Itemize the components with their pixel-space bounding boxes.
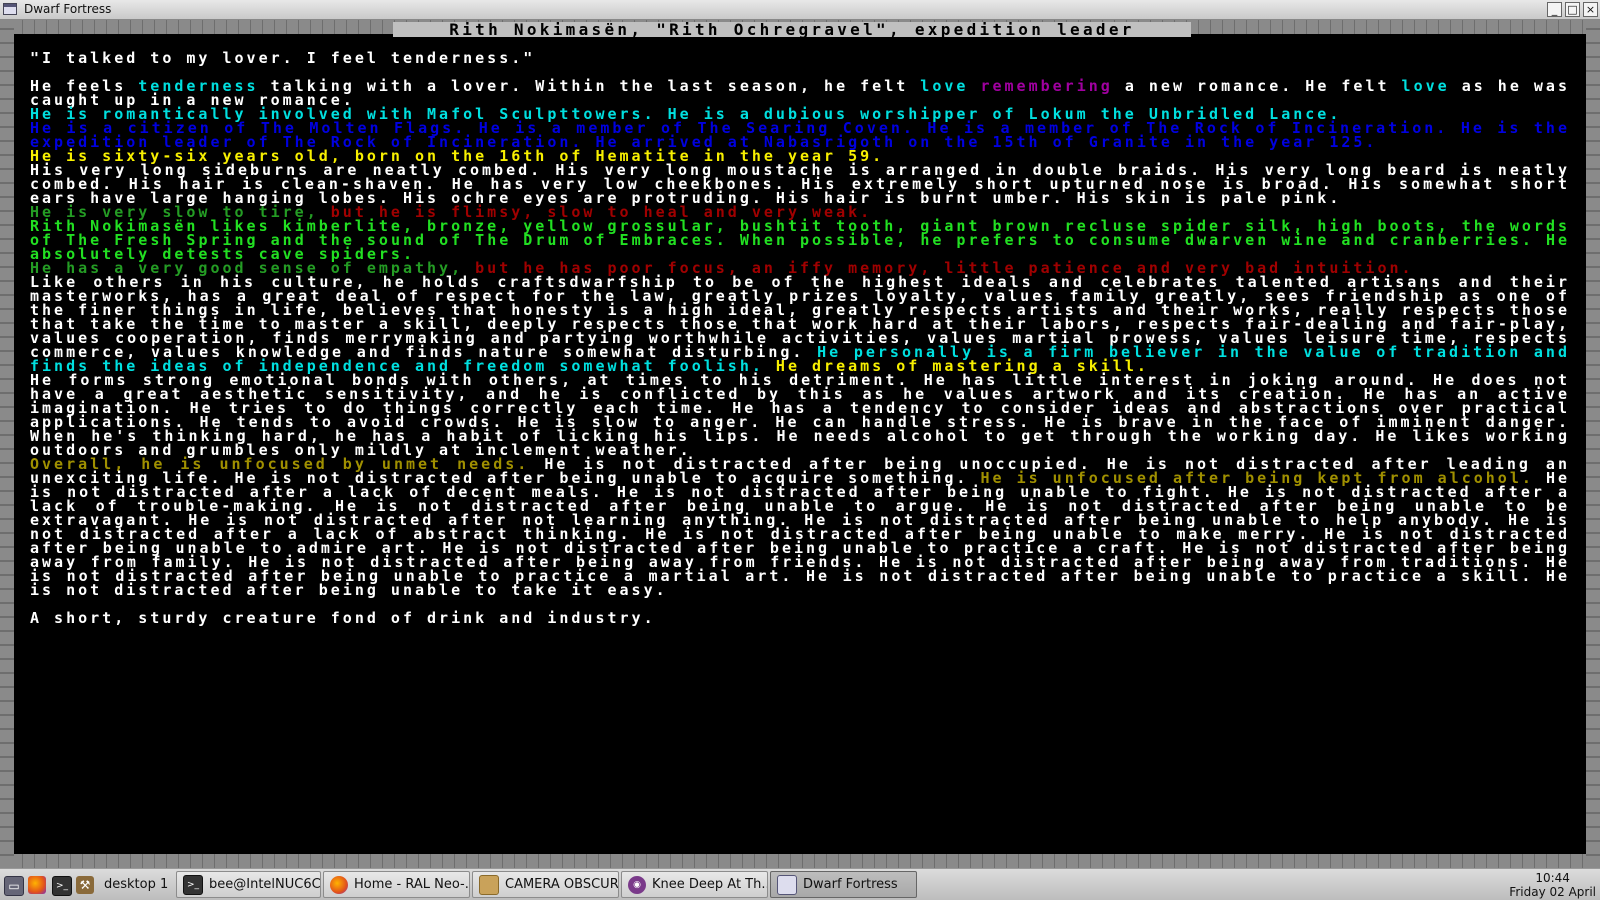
emotion-paragraph: He feels tenderness talking with a lover… <box>30 77 1570 108</box>
task-terminal[interactable]: >_ bee@IntelNUC6C... <box>176 871 321 898</box>
clock-date: Friday 02 April <box>1509 885 1596 899</box>
membership-paragraph: He is a citizen of The Molten Flags. He … <box>30 119 1570 151</box>
task-label: Home - RAL Neo-... <box>354 877 469 892</box>
emotion-text: talking with a lover. Within the last se… <box>258 77 921 95</box>
clock-time: 10:44 <box>1535 871 1570 885</box>
window-title: Dwarf Fortress <box>24 2 112 16</box>
unit-description: "I talked to my lover. I feel tenderness… <box>30 49 1571 627</box>
firefox-icon <box>330 875 348 894</box>
clock[interactable]: 10:44 Friday 02 April <box>1509 871 1596 899</box>
task-label: bee@IntelNUC6C... <box>209 877 320 892</box>
taskbar: ▭ >_ ⚒ desktop 1 >_ bee@IntelNUC6C... Ho… <box>0 868 1600 900</box>
unit-title: Rith Nokimasën, "Rith Ochregravel", expe… <box>393 22 1191 37</box>
terminal-icon[interactable]: >_ <box>52 876 72 896</box>
frame-border-left <box>0 20 14 868</box>
window-icon <box>3 3 17 15</box>
values-paragraph: Like others in his culture, he holds cra… <box>30 275 1570 374</box>
minimize-button[interactable]: _ <box>1547 2 1562 17</box>
firefox-icon[interactable] <box>28 876 46 894</box>
frame-border-right <box>1586 20 1600 868</box>
task-dwarf-fortress[interactable]: Dwarf Fortress <box>770 871 917 898</box>
show-desktop-icon[interactable]: ▭ <box>4 876 24 896</box>
emotion-text: a new romance. He felt <box>1112 77 1402 95</box>
task-folder[interactable]: CAMERA OBSCUR... <box>472 871 619 898</box>
terminal-icon: >_ <box>183 874 203 895</box>
emotion-love: love <box>1401 77 1450 95</box>
window-icon <box>777 874 797 895</box>
preferences-paragraph: Rith Nokimasën likes kimberlite, bronze,… <box>30 217 1570 263</box>
task-media[interactable]: ◉ Knee Deep At Th... <box>621 871 768 898</box>
maximize-button[interactable]: □ <box>1565 2 1580 17</box>
folder-icon <box>479 874 499 895</box>
emotion-remembering: remembering <box>968 77 1113 95</box>
needs-detail: He is not distracted after a lack of dec… <box>30 469 1571 599</box>
close-button[interactable]: × <box>1583 2 1598 17</box>
task-firefox[interactable]: Home - RAL Neo-... <box>323 871 470 898</box>
media-player-icon: ◉ <box>628 875 646 894</box>
task-label: Dwarf Fortress <box>803 877 898 892</box>
appearance-paragraph: His very long sideburns are neatly combe… <box>30 161 1570 207</box>
tools-icon[interactable]: ⚒ <box>76 876 94 894</box>
personality-paragraph: He forms strong emotional bonds with oth… <box>30 371 1570 459</box>
window-titlebar[interactable]: Dwarf Fortress _ □ × <box>0 0 1600 20</box>
current-thought: "I talked to my lover. I feel tenderness… <box>30 49 536 67</box>
emotion-love: love <box>920 77 969 95</box>
task-label: Knee Deep At Th... <box>652 877 767 892</box>
task-label: CAMERA OBSCUR... <box>505 877 618 892</box>
creature-description: A short, sturdy creature fond of drink a… <box>30 609 656 627</box>
needs-paragraph: Overall, he is unfocused by unmet needs.… <box>30 457 1571 599</box>
frame-border-bottom <box>0 854 1600 868</box>
workspace-label[interactable]: desktop 1 <box>104 877 168 892</box>
